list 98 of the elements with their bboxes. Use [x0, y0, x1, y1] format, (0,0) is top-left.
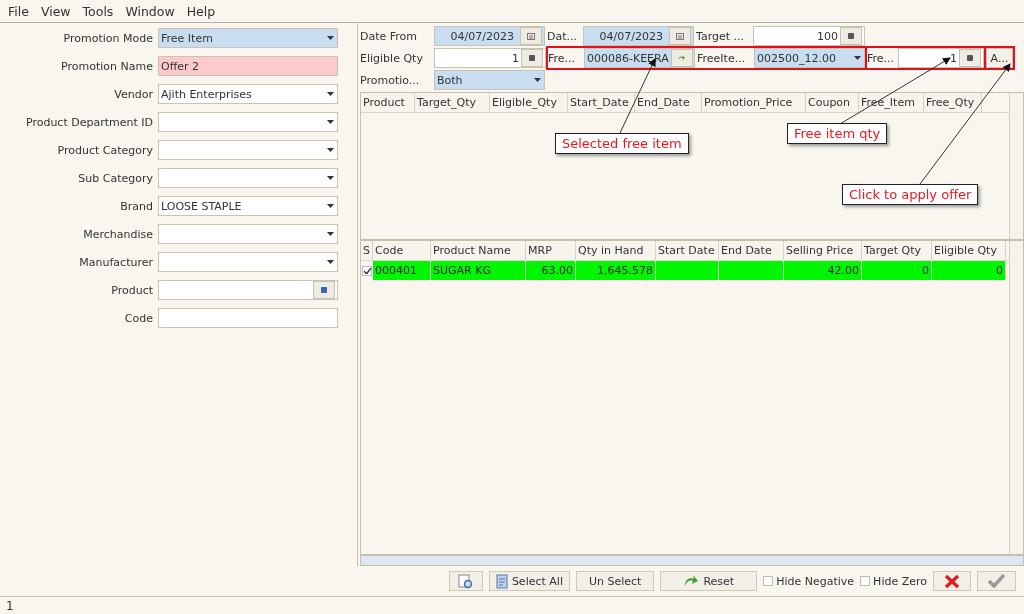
table-cell: 0	[862, 261, 932, 280]
field-label: Brand	[119, 199, 154, 213]
annotation-callout: Free item qty	[787, 123, 888, 144]
field-label: Promotio...	[360, 73, 421, 87]
checkmark-icon	[988, 574, 1005, 588]
field-label: Product Category	[56, 143, 154, 157]
field-label: Fre...	[548, 51, 577, 65]
field-label: Merchandise	[82, 227, 154, 241]
field-label: Promotion Name	[60, 59, 154, 73]
status-text: 1	[6, 598, 14, 613]
column-header[interactable]: Eligible Qty	[932, 241, 1006, 260]
column-header[interactable]: End Date	[719, 241, 784, 260]
column-header[interactable]: Start Date	[656, 241, 719, 260]
calendar-icon[interactable]	[669, 27, 691, 45]
column-header[interactable]: S	[361, 241, 373, 260]
column-header[interactable]: Product Name	[431, 241, 526, 260]
checkbox[interactable]: Hide Negative	[763, 574, 855, 588]
preview-button[interactable]	[448, 571, 483, 591]
checkbox[interactable]: Hide Zero	[860, 574, 927, 588]
column-header[interactable]: Target_Qty	[415, 93, 490, 112]
table-cell: 1,645.578	[576, 261, 656, 280]
number-field[interactable]: 1	[898, 48, 984, 68]
field-label: Vendor	[113, 87, 154, 101]
field-label: Dat...	[547, 29, 578, 43]
column-header[interactable]: Qty in Hand	[576, 241, 656, 260]
dropdown-field[interactable]	[158, 224, 338, 244]
lookup-field[interactable]: 000086-KEERA	[584, 48, 695, 68]
spin-button-icon[interactable]	[959, 49, 981, 67]
menu-item[interactable]: Help	[186, 3, 216, 19]
unselect-button[interactable]: Un Select	[575, 571, 655, 591]
field-label: Sub Category	[77, 171, 154, 185]
select-all-button[interactable]: Select All	[488, 571, 570, 591]
column-header[interactable]: Selling Price	[784, 241, 862, 260]
dropdown-field[interactable]: Ajith Enterprises	[158, 84, 338, 104]
scrollbar[interactable]	[1009, 93, 1023, 239]
number-field[interactable]: 1	[434, 48, 546, 68]
dropdown-field[interactable]	[158, 140, 338, 160]
column-header[interactable]: Start_Date	[568, 93, 635, 112]
table-cell: 0	[932, 261, 1006, 280]
field-label: Eligible Qty	[360, 51, 424, 65]
field-label: Product	[110, 283, 154, 297]
table-cell: 63.00	[526, 261, 576, 280]
redo-arrow-icon	[683, 574, 700, 588]
field-label: Code	[123, 311, 154, 325]
menu-item[interactable]: File	[8, 3, 29, 19]
annotation-callout: Click to apply offer	[842, 184, 979, 205]
input-field[interactable]	[158, 280, 338, 300]
menu-item[interactable]: View	[40, 3, 71, 19]
table-cell: 000401	[373, 261, 431, 280]
field-label: FreeIte...	[697, 51, 747, 65]
column-header[interactable]: Promotion_Price	[702, 93, 806, 112]
date-field[interactable]: 04/07/2023	[583, 26, 694, 46]
table-cell: SUGAR KG	[431, 261, 526, 280]
column-header[interactable]: Coupon	[806, 93, 859, 112]
scrollbar[interactable]	[360, 555, 1024, 566]
column-header[interactable]: Product	[361, 93, 415, 112]
dropdown-field[interactable]	[158, 112, 338, 132]
spin-button-icon[interactable]	[521, 49, 543, 67]
dropdown-field[interactable]: Free Item	[158, 28, 338, 48]
column-header[interactable]: MRP	[526, 241, 576, 260]
number-field[interactable]: 100	[753, 26, 865, 46]
dropdown-field[interactable]: LOOSE STAPLE	[158, 196, 338, 216]
row-checkbox[interactable]	[362, 265, 372, 276]
input-field[interactable]	[158, 308, 338, 328]
column-header[interactable]: End_Date	[635, 93, 702, 112]
column-header[interactable]: Free_Qty	[924, 93, 982, 112]
input-field[interactable]: Offer 2	[158, 56, 338, 76]
calendar-icon[interactable]	[520, 27, 542, 45]
column-header[interactable]: Eligible_Qty	[490, 93, 568, 112]
dropdown-field[interactable]	[158, 168, 338, 188]
reset-button[interactable]: Reset	[660, 571, 758, 591]
field-label: Target ...	[696, 29, 746, 43]
close-icon	[944, 573, 960, 589]
field-label: Product Department ID	[24, 115, 154, 129]
dropdown-field[interactable]: 002500_12.00	[754, 48, 865, 68]
document-icon	[495, 573, 508, 589]
field-label: Manufacturer	[78, 255, 154, 269]
field-label: Promotion Mode	[62, 31, 154, 45]
menu-item[interactable]: Tools	[82, 3, 114, 19]
field-label: Date From	[360, 29, 419, 43]
checkmark-icon	[363, 267, 371, 274]
cancel-button[interactable]	[933, 571, 971, 591]
table-cell	[719, 261, 784, 280]
apply-button[interactable]: A...	[986, 48, 1013, 68]
date-field[interactable]: 04/07/2023	[434, 26, 545, 46]
menu-item[interactable]: Window	[125, 3, 175, 19]
scrollbar[interactable]	[1009, 241, 1023, 554]
table-cell	[656, 261, 719, 280]
field-label: Fre...	[867, 51, 896, 65]
spin-button-icon[interactable]	[840, 27, 862, 45]
column-header[interactable]: Target Qty	[862, 241, 932, 260]
lookup-button-icon[interactable]	[313, 281, 335, 299]
dropdown-field[interactable]: Both	[434, 70, 545, 90]
column-header[interactable]: Code	[373, 241, 431, 260]
dropdown-field[interactable]	[158, 252, 338, 272]
table-cell: 42.00	[784, 261, 862, 280]
magnifier-icon	[457, 573, 474, 589]
annotation-callout: Selected free item	[555, 133, 689, 154]
